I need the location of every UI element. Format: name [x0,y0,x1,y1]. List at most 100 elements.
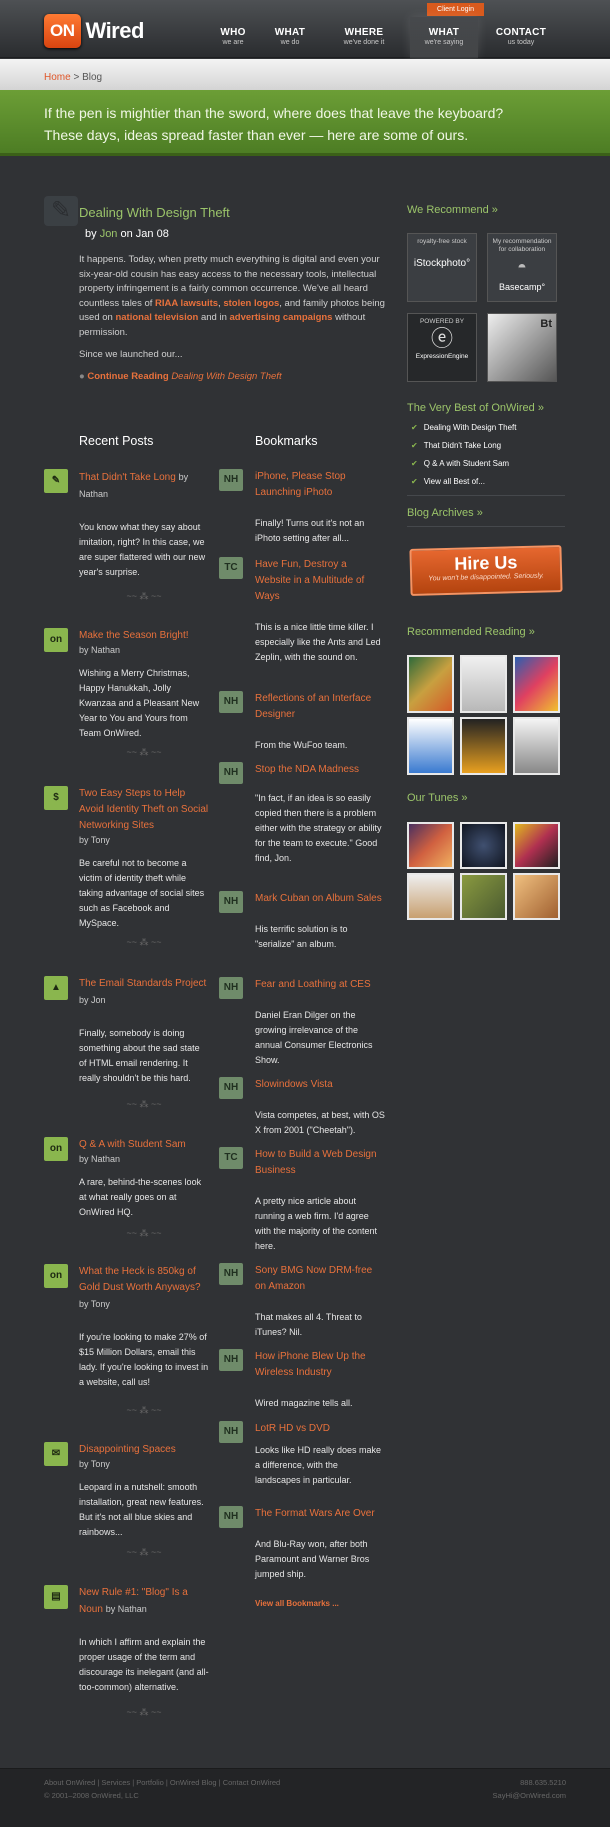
recent-post-title[interactable]: What the Heck is 850kg of Gold Dust Wort… [79,1266,201,1293]
album-cover[interactable] [460,822,507,869]
footer-email-link[interactable]: SayHi@OnWired.com [493,1790,566,1802]
book-cover[interactable] [460,717,507,775]
bookmark-item: NH Sony BMG Now DRM-free on Amazon That … [219,1263,385,1340]
bookmark-note: Wired magazine tells all. [255,1398,353,1408]
client-login-button[interactable]: Client Login [427,3,484,16]
bookmark-title[interactable]: Fear and Loathing at CES [255,979,371,990]
album-cover[interactable] [513,822,560,869]
recent-post-title[interactable]: Disappointing Spaces [79,1444,176,1455]
book-cover[interactable] [513,717,560,775]
bookmark-note: His terrific solution is to "serialize" … [255,924,348,949]
nav-where[interactable]: WHERE we've done it [333,28,395,47]
book-cover[interactable] [460,655,507,713]
bookmark-title[interactable]: How iPhone Blew Up the Wireless Industry [255,1351,366,1378]
recommended-reading-heading-text: Recommended Reading [407,626,526,638]
speech-bubble-icon: ✉ [44,1442,68,1466]
recent-post-excerpt: In which I affirm and explain the proper… [79,1637,209,1692]
hire-us-button[interactable]: Hire Us You won't be disappointed. Serio… [409,545,563,596]
bookmark-item: NH LotR HD vs DVD Looks like HD really d… [219,1421,385,1488]
nav-what-we-do-sub: we do [280,39,300,46]
bookmark-title[interactable]: Mark Cuban on Album Sales [255,893,382,904]
continue-reading-link[interactable]: ● Continue Reading Dealing With Design T… [79,370,282,385]
bookmark-item: NH The Format Wars Are Over And Blu-Ray … [219,1506,385,1582]
riaa-lawsuits-link[interactable]: RIAA lawsuits [155,298,218,309]
post-divider-ornament: ~~ ⁂ ~~ [126,1547,162,1557]
bookmark-source-icon: NH [219,1077,243,1099]
recent-post-title[interactable]: Two Easy Steps to Help Avoid Identity Th… [79,788,208,831]
recent-posts-heading: Recent Posts [79,434,154,448]
check-icon: ✔ [411,423,418,432]
album-cover[interactable] [407,822,454,869]
album-cover[interactable] [460,873,507,920]
bookmark-title[interactable]: The Format Wars Are Over [255,1508,375,1519]
national-television-link[interactable]: national television [115,312,198,323]
bookmark-title[interactable]: LotR HD vs DVD [255,1423,330,1434]
bookmark-title[interactable]: Reflections of an Interface Designer [255,693,371,720]
bookmark-title[interactable]: How to Build a Web Design Business [255,1149,377,1176]
recent-post-title[interactable]: That Didn't Take Long [79,472,176,483]
best-of-link[interactable]: ✔ Q & A with Student Sam [411,458,509,470]
bookmark-title[interactable]: Stop the NDA Madness [255,764,359,775]
view-all-best-of-link[interactable]: ✔ View all Best of... [411,476,485,488]
basecamp-icon: ◓ [517,259,527,276]
basecamp-ad[interactable]: My recommendation for collaboration ◓ Ba… [487,233,557,302]
bookmark-note: Vista competes, at best, with OS X from … [255,1110,385,1135]
bookmark-source-icon: NH [219,762,243,784]
recent-post-item: on Make the Season Bright! by Nathan Wis… [44,628,209,741]
site-logo[interactable]: ON Wired [44,13,144,49]
continue-reading-title: Dealing With Design Theft [171,371,282,382]
footer-links[interactable]: About OnWired | Services | Portfolio | O… [44,1777,280,1789]
nav-where-title: WHERE [344,27,384,38]
check-icon: ✔ [411,459,418,468]
we-recommend-heading: We Recommend » [407,202,498,219]
breadcrumb-home[interactable]: Home [44,72,71,83]
book-cover[interactable] [407,717,454,775]
advertising-campaigns-link[interactable]: advertising campaigns [230,312,333,323]
breadcrumb-separator: > [73,72,80,83]
bookmark-title[interactable]: Sony BMG Now DRM-free on Amazon [255,1265,372,1292]
bookmark-title[interactable]: Have Fun, Destroy a Website in a Multitu… [255,559,364,602]
best-of-link[interactable]: ✔ Dealing With Design Theft [411,422,517,434]
featured-author-link[interactable]: Jon [100,228,118,240]
stolen-logos-link[interactable]: stolen logos [223,298,279,309]
continue-reading-label: Continue Reading [87,371,169,382]
onwired-icon: on [44,628,68,652]
expressionengine-ad[interactable]: POWERED BY ⓔ ExpressionEngine [407,313,477,382]
view-all-bookmarks-link[interactable]: View all Bookmarks ... [255,1598,339,1610]
album-cover[interactable] [513,873,560,920]
very-best-heading: The Very Best of OnWired » [407,400,544,417]
bookmark-title[interactable]: iPhone, Please Stop Launching iPhoto [255,471,346,498]
bookmark-item: NH Mark Cuban on Album Sales His terrifi… [219,891,385,952]
pen-icon: ✎ [44,469,68,493]
post-divider-ornament: ~~ ⁂ ~~ [126,1099,162,1109]
recent-post-title[interactable]: Make the Season Bright! [79,630,189,641]
album-cover[interactable] [407,873,454,920]
book-cover[interactable] [407,655,454,713]
nav-contact[interactable]: CONTACT us today [492,28,550,47]
chevron-right-icon: » [476,507,483,519]
featured-post-title[interactable]: Dealing With Design Theft [79,203,230,223]
logo-on-badge: ON [44,13,81,49]
best-of-link[interactable]: ✔ That Didn't Take Long [411,440,501,452]
expressionengine-e-icon: ⓔ [430,326,453,351]
bookmark-title[interactable]: Slowindows Vista [255,1079,333,1090]
istockphoto-logo: iStockphoto° [413,258,471,269]
portrait-photo-ad[interactable]: Bt [487,313,557,382]
recent-post-title[interactable]: The Email Standards Project [79,978,206,989]
onwired-icon: on [44,1264,68,1288]
recent-post-author: by Tony [79,1299,110,1309]
expressionengine-caption: POWERED BY [419,318,465,325]
recent-post-title[interactable]: Q & A with Student Sam [79,1139,186,1150]
istockphoto-ad[interactable]: royalty-free stock iStockphoto° [407,233,477,302]
site-footer: About OnWired | Services | Portfolio | O… [0,1768,610,1827]
recent-post-author: by Nathan [79,1154,121,1164]
nav-what-we-are-saying[interactable]: WHAT we're saying [410,17,478,58]
book-cover[interactable] [513,655,560,713]
blog-archives-link[interactable]: Blog Archives » [407,505,483,522]
nav-what-we-do[interactable]: WHAT we do [270,28,310,47]
best-of-link-label: That Didn't Take Long [423,441,502,450]
chart-icon: ▲ [44,976,68,1000]
bookmark-note: "In fact, if an idea is so easily copied… [255,793,382,863]
our-tunes-heading: Our Tunes » [407,790,468,807]
nav-who[interactable]: WHO we are [213,28,253,47]
